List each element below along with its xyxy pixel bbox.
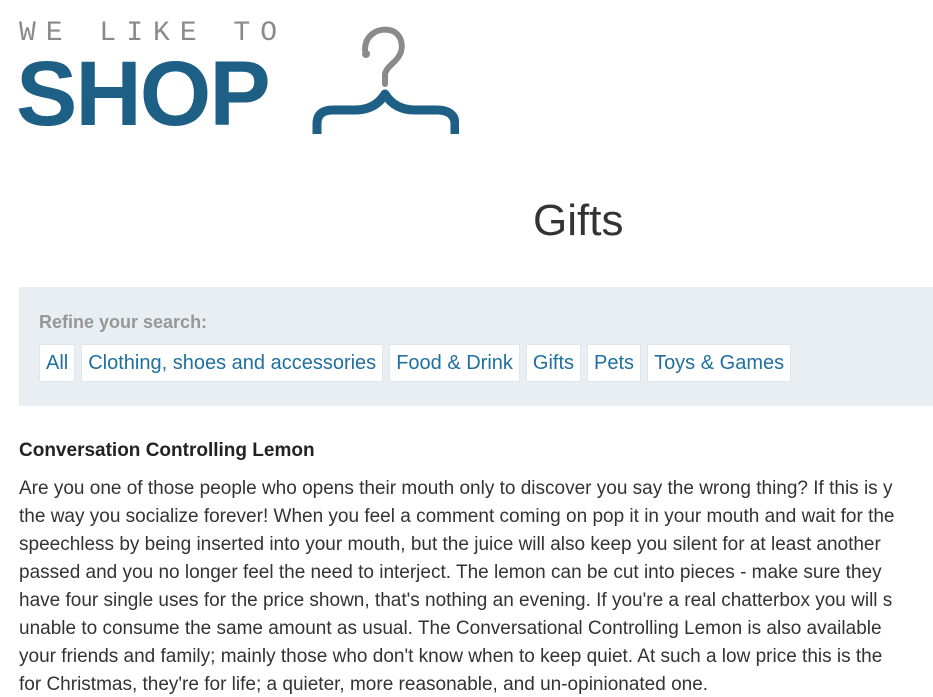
description-line: your friends and family; mainly those wh… — [19, 646, 883, 667]
description-line: speechless by being inserted into your m… — [19, 534, 881, 555]
filter-toys-games[interactable]: Toys & Games — [647, 344, 792, 382]
product-description: Are you one of those people who opens th… — [19, 475, 933, 697]
filter-clothing-shoes-accessories[interactable]: Clothing, shoes and accessories — [81, 344, 384, 382]
filter-pets[interactable]: Pets — [587, 344, 642, 382]
site-logo[interactable]: WE LIKE TO SHOP — [16, 14, 469, 145]
filter-panel: Refine your search: All Clothing, shoes … — [19, 287, 933, 406]
product-listing: Conversation Controlling Lemon Are you o… — [19, 439, 933, 697]
page-title: Gifts — [533, 196, 624, 245]
description-line: the way you socialize forever! When you … — [19, 506, 895, 527]
hanger-icon — [312, 26, 459, 134]
description-line: Are you one of those people who opens th… — [19, 478, 893, 499]
logo-wordmark: SHOP — [16, 43, 271, 145]
filter-all[interactable]: All — [39, 344, 76, 382]
filter-gifts[interactable]: Gifts — [525, 344, 582, 382]
product-name[interactable]: Conversation Controlling Lemon — [19, 439, 933, 463]
filter-list: All Clothing, shoes and accessories Food… — [39, 344, 933, 382]
filter-heading: Refine your search: — [39, 312, 208, 332]
filter-food-drink[interactable]: Food & Drink — [389, 344, 520, 382]
description-line: passed and you no longer feel the need t… — [19, 562, 882, 583]
description-line: unable to consume the same amount as usu… — [19, 618, 882, 639]
description-line: have four single uses for the price show… — [19, 590, 893, 611]
description-line: for Christmas, they're for life; a quiet… — [19, 674, 709, 695]
